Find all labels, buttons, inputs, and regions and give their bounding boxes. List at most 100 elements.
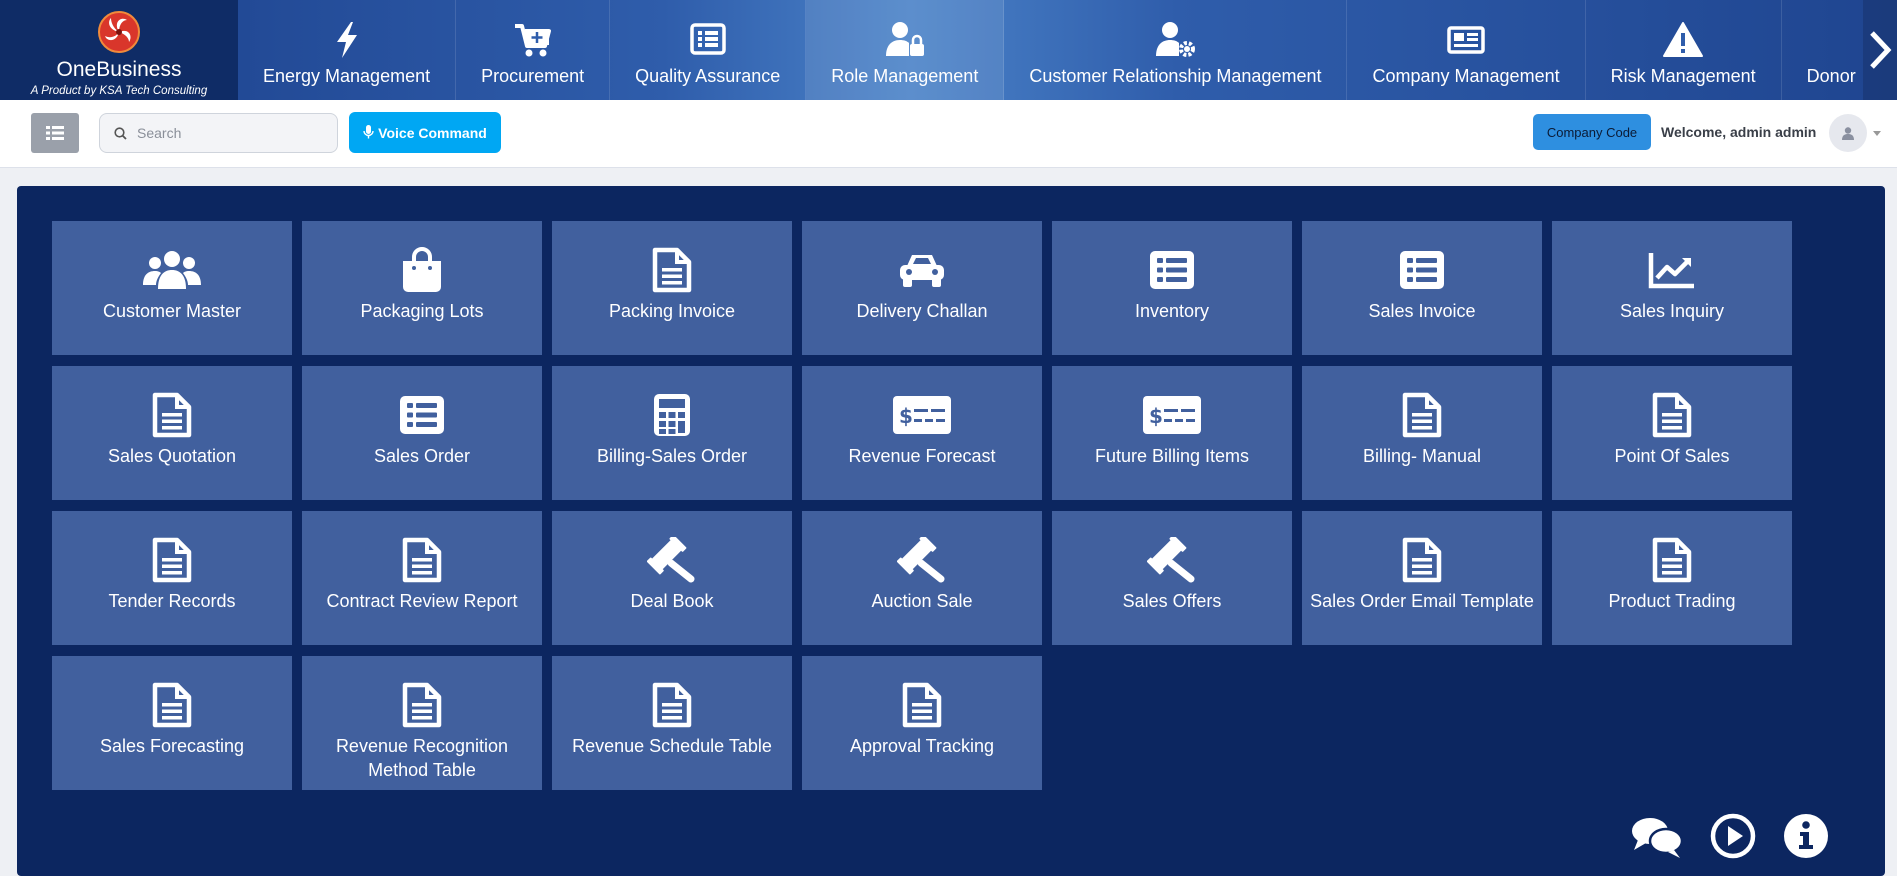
chevron-right-icon: [1870, 31, 1892, 69]
caret-down-icon[interactable]: [1873, 131, 1881, 136]
document-icon: [390, 537, 454, 583]
tile-label: Approval Tracking: [849, 736, 995, 756]
tile-sales-forecasting[interactable]: Sales Forecasting: [52, 656, 292, 790]
search-box[interactable]: [99, 113, 338, 153]
gavel-icon: [890, 537, 954, 583]
user-lock-icon: [885, 21, 924, 56]
nav-label: Risk Management: [1610, 65, 1756, 86]
money-check-icon: $: [1140, 392, 1204, 438]
nav-energy-management[interactable]: Energy Management: [238, 0, 457, 100]
cart-plus-icon: [514, 23, 551, 56]
svg-text:$: $: [899, 404, 913, 428]
tile-approval-tracking[interactable]: Approval Tracking: [802, 656, 1042, 790]
tile-billing-sales-order[interactable]: Billing-Sales Order: [552, 366, 792, 500]
tile-contract-review-report[interactable]: Contract Review Report: [302, 511, 542, 645]
nav-label: Procurement: [481, 65, 585, 86]
tile-label: Point Of Sales: [1614, 446, 1730, 466]
nav-label: Energy Management: [263, 65, 431, 86]
bolt-icon: [336, 21, 357, 58]
nav-label: Role Management: [831, 65, 979, 86]
main-panel: Customer Master Packaging Lots Packing Inv…: [17, 186, 1885, 876]
tile-auction-sale[interactable]: Auction Sale: [802, 511, 1042, 645]
list-alt-icon: [1140, 247, 1204, 293]
tile-sales-order[interactable]: Sales Order: [302, 366, 542, 500]
brand[interactable]: OneBusiness A Product by KSA Tech Consul…: [0, 0, 238, 100]
tile-customer-master[interactable]: Customer Master: [52, 221, 292, 355]
tile-label: Tender Records: [108, 591, 236, 611]
welcome-text: Welcome, admin admin: [1661, 124, 1817, 140]
document-icon: [140, 682, 204, 728]
tile-label: Sales Order: [373, 446, 471, 466]
tile-label: Packing Invoice: [608, 301, 736, 321]
list-alt-icon: [1390, 247, 1454, 293]
nav-label: Donor: [1806, 65, 1856, 86]
nav-company-management[interactable]: Company Management: [1347, 0, 1586, 100]
shopping-bag-icon: [390, 247, 454, 293]
gavel-icon: [1140, 537, 1204, 583]
tile-label: Inventory: [1134, 301, 1210, 321]
tile-label: Sales Forecasting: [99, 736, 245, 756]
top-navigation: OneBusiness A Product by KSA Tech Consul…: [0, 0, 1897, 100]
nav-label: Company Management: [1372, 65, 1560, 86]
tile-label: Sales Invoice: [1368, 301, 1476, 321]
tile-label: Sales Offers: [1122, 591, 1222, 611]
tile-label: Sales Order Email Template: [1310, 591, 1534, 611]
brand-name: OneBusiness: [56, 58, 182, 81]
tile-sales-inquiry[interactable]: Sales Inquiry: [1552, 221, 1792, 355]
company-code-button[interactable]: Company Code: [1533, 114, 1651, 150]
tile-packing-invoice[interactable]: Packing Invoice: [552, 221, 792, 355]
car-icon: [890, 247, 954, 293]
tile-sales-quotation[interactable]: Sales Quotation: [52, 366, 292, 500]
nav-next-arrow[interactable]: [1863, 0, 1897, 100]
sidebar-toggle-button[interactable]: [31, 113, 79, 153]
tile-sales-invoice[interactable]: Sales Invoice: [1302, 221, 1542, 355]
nav-quality-assurance[interactable]: Quality Assurance: [610, 0, 807, 100]
document-icon: [1640, 392, 1704, 438]
list-alt-icon: [689, 22, 726, 55]
nav-risk-management[interactable]: Risk Management: [1586, 0, 1782, 100]
tile-point-of-sales[interactable]: Point Of Sales: [1552, 366, 1792, 500]
newspaper-icon: [1447, 25, 1485, 54]
tile-label: Billing- Manual: [1362, 446, 1482, 466]
document-icon: [140, 392, 204, 438]
tile-deal-book[interactable]: Deal Book: [552, 511, 792, 645]
tile-label: Revenue Recognition Method Table: [335, 736, 509, 780]
nav-customer-relationship-management[interactable]: Customer Relationship Management: [1004, 0, 1348, 100]
tile-future-billing-items[interactable]: $ Future Billing Items: [1052, 366, 1292, 500]
list-alt-icon: [390, 392, 454, 438]
nav-label: Customer Relationship Management: [1029, 65, 1322, 86]
document-icon: [1640, 537, 1704, 583]
tile-revenue-schedule-table[interactable]: Revenue Schedule Table: [552, 656, 792, 790]
tile-label: Packaging Lots: [360, 301, 484, 321]
users-icon: [140, 247, 204, 293]
tile-label: Product Trading: [1608, 591, 1736, 611]
tile-billing-manual[interactable]: Billing- Manual: [1302, 366, 1542, 500]
avatar[interactable]: [1829, 114, 1867, 152]
tile-label: Delivery Challan: [856, 301, 988, 321]
line-chart-icon: [1640, 247, 1704, 293]
tile-delivery-challan[interactable]: Delivery Challan: [802, 221, 1042, 355]
company-code-label: Company Code: [1546, 124, 1638, 140]
tile-sales-order-email-template[interactable]: Sales Order Email Template: [1302, 511, 1542, 645]
tile-product-trading[interactable]: Product Trading: [1552, 511, 1792, 645]
tile-label: Auction Sale: [871, 591, 973, 611]
search-icon: [114, 126, 127, 140]
info-icon[interactable]: [1783, 813, 1829, 859]
tile-revenue-forecast[interactable]: $ Revenue Forecast: [802, 366, 1042, 500]
document-icon: [1390, 537, 1454, 583]
gavel-icon: [640, 537, 704, 583]
tile-revenue-recognition-method-table[interactable]: Revenue Recognition Method Table: [302, 656, 542, 790]
search-input[interactable]: [137, 125, 317, 141]
nav-label: Quality Assurance: [635, 65, 781, 86]
voice-command-button[interactable]: Voice Command: [349, 112, 501, 153]
play-circle-icon[interactable]: [1710, 813, 1756, 859]
tile-label: Future Billing Items: [1094, 446, 1250, 466]
tile-packaging-lots[interactable]: Packaging Lots: [302, 221, 542, 355]
tile-label: Sales Quotation: [107, 446, 237, 466]
nav-procurement[interactable]: Procurement: [456, 0, 611, 100]
tile-inventory[interactable]: Inventory: [1052, 221, 1292, 355]
chat-icon[interactable]: [1630, 814, 1684, 860]
tile-tender-records[interactable]: Tender Records: [52, 511, 292, 645]
nav-role-management[interactable]: Role Management: [806, 0, 1005, 100]
tile-sales-offers[interactable]: Sales Offers: [1052, 511, 1292, 645]
